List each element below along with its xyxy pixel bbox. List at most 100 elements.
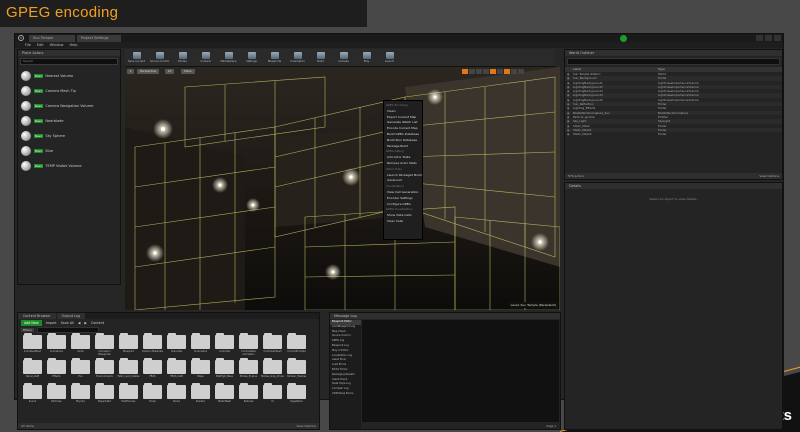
- tab-content-browser[interactable]: Content Browser: [18, 313, 56, 319]
- level-viewport[interactable]: ▾ Perspective Lit Show Level: Sun Temple…: [125, 67, 560, 310]
- place-actor-item[interactable]: Basic Blue: [21, 144, 117, 157]
- folder-item[interactable]: Animations: [45, 333, 68, 356]
- close-button[interactable]: [774, 35, 781, 41]
- menu-item[interactable]: Build GPEG Database: [384, 132, 422, 138]
- folder-item[interactable]: PostProcess: [117, 383, 140, 406]
- folder-item[interactable]: Sound: [21, 383, 44, 406]
- folder-item[interactable]: Modes_Engine: [237, 358, 260, 381]
- folder-item[interactable]: Character: [165, 333, 188, 356]
- tab-output-log[interactable]: Output Log: [56, 313, 85, 319]
- toolbar-button[interactable]: Blueprints: [263, 49, 286, 66]
- translate-tool-icon[interactable]: [462, 69, 468, 74]
- viewport-perspective-button[interactable]: Perspective: [137, 69, 160, 74]
- place-search-input[interactable]: Search: [20, 58, 118, 65]
- toolbar-button[interactable]: Build: [309, 49, 332, 66]
- import-button[interactable]: Import: [46, 321, 57, 325]
- viewport-options-button[interactable]: ▾: [127, 69, 135, 74]
- toolbar-button[interactable]: Compile: [332, 49, 355, 66]
- place-actor-item[interactable]: Basic Nearest Volume: [21, 69, 117, 82]
- back-arrow-icon[interactable]: ◀: [78, 321, 81, 325]
- folder-item[interactable]: Environments: [93, 358, 116, 381]
- toolbar-button[interactable]: Play: [355, 49, 378, 66]
- place-actor-item[interactable]: Basic Camera Mesh Tip: [21, 84, 117, 97]
- toolbar-button[interactable]: Content: [194, 49, 217, 66]
- tab-message-log[interactable]: Message Log: [330, 313, 560, 319]
- menu-item[interactable]: View Cell Generation: [384, 190, 422, 196]
- menu-window[interactable]: Window: [50, 43, 64, 47]
- scale-tool-icon[interactable]: [476, 69, 482, 74]
- toolbar-button[interactable]: Cinematics: [286, 49, 309, 66]
- rotation-snap-icon[interactable]: [504, 69, 510, 74]
- viewport-lit-button[interactable]: Lit: [165, 69, 175, 74]
- folder-item[interactable]: Props: [141, 383, 164, 406]
- tab-details[interactable]: Details: [565, 183, 782, 189]
- folder-item[interactable]: Rocks: [165, 383, 188, 406]
- folder-item[interactable]: Modular_Meshes: [285, 358, 308, 381]
- folder-item[interactable]: StaticMesh: [213, 383, 236, 406]
- document-tab-level[interactable]: Sun Temple: [29, 35, 75, 42]
- folder-item[interactable]: Blueprint: [117, 333, 140, 356]
- folder-item[interactable]: FBXS: [141, 358, 164, 381]
- grid-size-icon[interactable]: [497, 69, 503, 74]
- folder-item[interactable]: AnimatedMesh: [21, 333, 44, 356]
- folder-item[interactable]: Vegetation: [285, 383, 308, 406]
- folder-item[interactable]: Animation Blueprints: [93, 333, 116, 356]
- grid-snap-icon[interactable]: [490, 69, 496, 74]
- outliner-search-input[interactable]: [567, 58, 780, 65]
- add-new-button[interactable]: Add New: [21, 320, 42, 326]
- folder-item[interactable]: Cartoon Materials: [141, 333, 164, 356]
- folder-item[interactable]: Particles: [45, 383, 68, 406]
- content-search-input[interactable]: [37, 327, 99, 333]
- toolbar-button[interactable]: Launch: [378, 49, 401, 66]
- tab-place-actors[interactable]: Place Actors: [18, 50, 120, 56]
- menu-file[interactable]: File: [25, 43, 31, 47]
- folder-item[interactable]: Controller: [213, 333, 236, 356]
- folder-item[interactable]: MatHigh_Base: [213, 358, 236, 381]
- menu-item[interactable]: Remove Actor Stats: [384, 161, 422, 167]
- document-tab-project-settings[interactable]: Project Settings: [77, 35, 121, 42]
- menu-item[interactable]: Clear Cells: [384, 219, 422, 225]
- folder-item[interactable]: PlayerStart: [93, 383, 116, 406]
- toolbar-button[interactable]: Modes: [171, 49, 194, 66]
- folder-item[interactable]: Fabric_and_Cables: [117, 358, 140, 381]
- save-all-button[interactable]: Save All: [61, 321, 74, 325]
- place-actor-item[interactable]: Basic TEMP Visible Volume: [21, 159, 117, 172]
- toolbar-button[interactable]: Settings: [240, 49, 263, 66]
- content-path[interactable]: Content: [91, 321, 104, 325]
- folder-item[interactable]: Effects: [45, 358, 68, 381]
- folder-item[interactable]: Modes_Gray_Props: [261, 358, 284, 381]
- folder-item[interactable]: Shaders: [189, 383, 212, 406]
- place-actor-item[interactable]: Basic Camera Navigation Volume: [21, 99, 117, 112]
- place-actor-item[interactable]: Basic Sky Sphere: [21, 129, 117, 142]
- rotation-size-icon[interactable]: [511, 69, 517, 74]
- menu-help[interactable]: Help: [69, 43, 77, 47]
- filters-button[interactable]: Filters: [21, 328, 34, 332]
- outliner-view-options-button[interactable]: View Options: [759, 173, 779, 179]
- menu-item[interactable]: Build Skin Database: [384, 138, 422, 144]
- place-actor-item[interactable]: Basic Nearblade: [21, 114, 117, 127]
- message-log-page[interactable]: Page 1: [362, 423, 560, 429]
- forward-arrow-icon[interactable]: ▶: [84, 321, 87, 325]
- toolbar-button[interactable]: Source Control: [148, 49, 171, 66]
- menu-edit[interactable]: Edit: [37, 43, 44, 47]
- toolbar-button[interactable]: Save Current: [125, 49, 148, 66]
- folder-item[interactable]: UI: [261, 383, 284, 406]
- table-row[interactable]: ◉ Static_Mesh2 Folder: [565, 132, 782, 136]
- folder-item[interactable]: Textures: [237, 383, 260, 406]
- camera-speed-icon[interactable]: [518, 69, 524, 74]
- folder-item[interactable]: FBXS_UGB: [165, 358, 188, 381]
- folder-item[interactable]: Env: [69, 358, 92, 381]
- folder-item[interactable]: Cinematics: [189, 333, 212, 356]
- folder-item[interactable]: Maps: [189, 358, 212, 381]
- viewport-show-button[interactable]: Show: [181, 69, 195, 74]
- content-view-options-button[interactable]: View Options: [296, 423, 316, 429]
- toolbar-button[interactable]: Marketplace: [217, 49, 240, 66]
- minimize-button[interactable]: [756, 35, 763, 41]
- rotate-tool-icon[interactable]: [469, 69, 475, 74]
- folder-item[interactable]: Audio: [69, 333, 92, 356]
- folder-item[interactable]: Physics: [69, 383, 92, 406]
- folder-item[interactable]: ControllerMesh: [261, 333, 284, 356]
- tab-world-outliner[interactable]: World Outliner: [565, 50, 782, 56]
- maximize-button[interactable]: [765, 35, 772, 41]
- world-local-icon[interactable]: [483, 69, 489, 74]
